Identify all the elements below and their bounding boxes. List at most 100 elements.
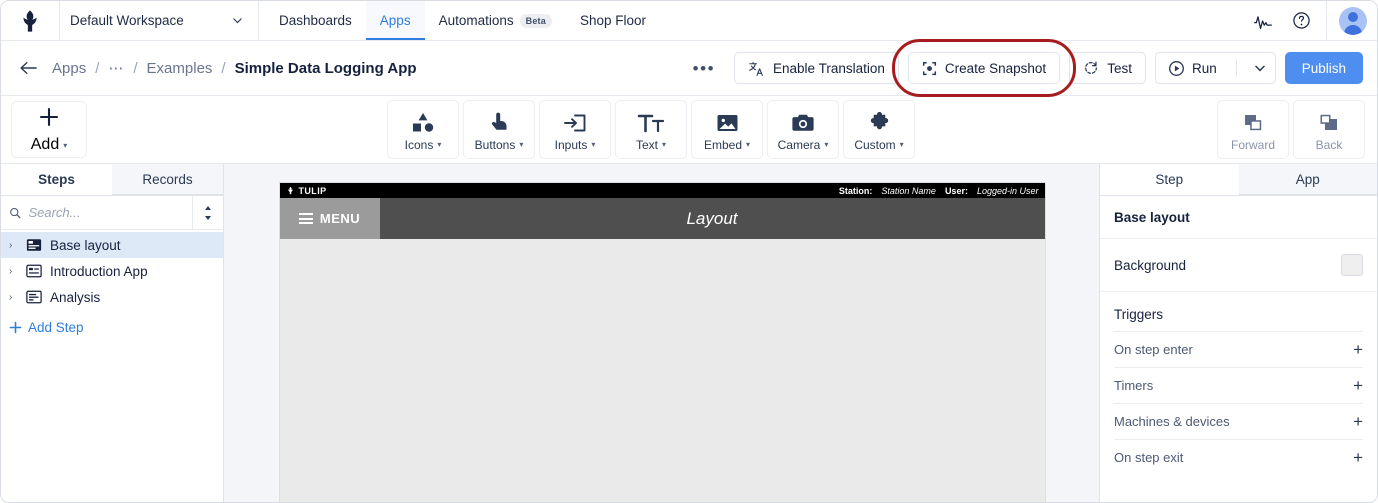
- search-input[interactable]: [28, 205, 184, 220]
- workspace-selector[interactable]: Default Workspace: [59, 1, 259, 40]
- translate-icon: [749, 61, 763, 76]
- tab-records[interactable]: Records: [112, 164, 223, 195]
- tab-steps[interactable]: Steps: [1, 164, 112, 195]
- step-item-analysis[interactable]: › Analysis: [1, 284, 223, 310]
- tool-custom[interactable]: Custom ▾: [843, 100, 915, 159]
- add-trigger-icon[interactable]: +: [1353, 341, 1363, 358]
- nav-tab-label: Dashboards: [279, 13, 352, 28]
- trigger-machines-devices[interactable]: Machines & devices +: [1114, 403, 1363, 439]
- test-label: Test: [1107, 60, 1132, 76]
- tool-text[interactable]: Text ▾: [615, 100, 687, 159]
- add-widget-label: Add: [30, 136, 60, 153]
- shapes-icon: [410, 108, 436, 134]
- add-trigger-icon[interactable]: +: [1353, 413, 1363, 430]
- snapshot-focus-icon: [922, 61, 936, 75]
- nav-tab-apps[interactable]: Apps: [365, 1, 425, 40]
- breadcrumb-item-examples[interactable]: Examples: [147, 60, 213, 77]
- steps-panel-tabs: Steps Records: [1, 164, 223, 196]
- trigger-on-step-enter[interactable]: On step enter +: [1114, 331, 1363, 367]
- camera-icon: [790, 108, 816, 134]
- back-arrow-icon[interactable]: [19, 60, 38, 76]
- add-trigger-icon[interactable]: +: [1353, 449, 1363, 466]
- chevron-down-icon: ▾: [746, 140, 751, 149]
- run-dropdown-toggle[interactable]: [1245, 53, 1275, 83]
- run-divider: [1235, 59, 1237, 77]
- background-color-swatch[interactable]: [1341, 254, 1363, 276]
- tool-label: Icons: [404, 137, 434, 152]
- tab-app[interactable]: App: [1238, 164, 1377, 195]
- avatar[interactable]: [1339, 6, 1367, 35]
- step-label: Introduction App: [50, 263, 148, 279]
- run-button-group: Run: [1154, 52, 1276, 84]
- trigger-label: Machines & devices: [1114, 414, 1230, 429]
- create-snapshot-button[interactable]: Create Snapshot: [907, 52, 1061, 84]
- tool-icons[interactable]: Icons ▾: [387, 100, 459, 159]
- nav-tab-label: Apps: [379, 13, 411, 28]
- breadcrumb-item-apps[interactable]: Apps: [52, 60, 86, 77]
- trigger-on-step-exit[interactable]: On step exit +: [1114, 439, 1363, 475]
- tool-buttons[interactable]: Buttons ▾: [463, 100, 535, 159]
- tool-inputs[interactable]: Inputs ▾: [539, 100, 611, 159]
- nav-tab-label: Automations: [438, 13, 514, 28]
- user-value: Logged-in User: [976, 185, 1039, 196]
- nav-tab-label: Shop Floor: [579, 13, 646, 28]
- chevron-down-icon: [233, 18, 242, 24]
- step-item-base-layout[interactable]: › Base layout: [1, 232, 223, 258]
- more-options-button[interactable]: •••: [683, 60, 725, 77]
- step-label: Base layout: [50, 237, 121, 253]
- chevron-down-icon: ▾: [437, 140, 442, 149]
- tab-step[interactable]: Step: [1100, 164, 1239, 195]
- device-menu-button[interactable]: MENU: [279, 198, 380, 239]
- workspace-name: Default Workspace: [70, 13, 184, 28]
- station-value: Station Name: [881, 185, 936, 196]
- publish-button[interactable]: Publish: [1284, 52, 1363, 84]
- add-trigger-icon[interactable]: +: [1353, 377, 1363, 394]
- steps-search-container: [1, 196, 193, 229]
- enable-translation-button[interactable]: Enable Translation: [734, 52, 899, 84]
- chevron-down-icon: [1254, 65, 1265, 71]
- run-button[interactable]: Run: [1156, 53, 1228, 83]
- nav-tab-shop-floor[interactable]: Shop Floor: [566, 1, 660, 40]
- widget-tools-group: Icons ▾ Buttons ▾ Inputs ▾ Text ▾ Embed …: [385, 96, 917, 163]
- chevron-down-icon: ▾: [824, 140, 829, 149]
- test-button[interactable]: Test: [1069, 52, 1146, 84]
- activity-pulse-icon[interactable]: [1244, 1, 1282, 41]
- step-item-introduction-app[interactable]: › Introduction App: [1, 258, 223, 284]
- app-canvas[interactable]: TULIP Station: Station Name User: Logged…: [224, 164, 1100, 502]
- add-step-button[interactable]: Add Step: [1, 313, 223, 341]
- background-label: Background: [1114, 257, 1187, 273]
- enable-translation-label: Enable Translation: [773, 60, 885, 76]
- step-list: › Base layout › Introduction App › Analy…: [1, 230, 223, 310]
- tool-embed[interactable]: Embed ▾: [691, 100, 763, 159]
- device-status-right: Station: Station Name User: Logged-in Us…: [839, 186, 1039, 196]
- step-icon: [26, 264, 42, 278]
- breadcrumb-item-current: Simple Data Logging App: [234, 59, 417, 77]
- bring-forward-button[interactable]: Forward: [1217, 100, 1289, 159]
- nav-tab-dashboards[interactable]: Dashboards: [265, 1, 366, 40]
- plus-icon: [37, 105, 61, 134]
- help-circle-icon[interactable]: [1282, 1, 1320, 41]
- chevron-right-icon[interactable]: ›: [9, 292, 18, 303]
- refresh-dashed-icon: [1085, 61, 1098, 74]
- nav-tab-automations[interactable]: Automations Beta: [425, 1, 566, 40]
- breadcrumb-overflow[interactable]: ⋯: [108, 59, 124, 77]
- background-row: Background: [1100, 239, 1377, 292]
- widget-toolbar: Add ▾ Icons ▾ Buttons ▾ Inputs ▾ Text ▾ …: [1, 96, 1377, 164]
- top-nav-right-actions: [1244, 1, 1377, 41]
- add-widget-button[interactable]: Add ▾: [11, 101, 87, 158]
- breadcrumb-separator: /: [133, 59, 138, 77]
- beta-badge: Beta: [519, 13, 552, 28]
- device-canvas-body[interactable]: [279, 239, 1045, 502]
- input-arrow-icon: [562, 108, 588, 134]
- send-back-button[interactable]: Back: [1293, 100, 1365, 159]
- sort-updown-icon[interactable]: [193, 203, 223, 223]
- device-preview: TULIP Station: Station Name User: Logged…: [279, 183, 1045, 502]
- search-icon: [10, 207, 21, 218]
- chevron-right-icon[interactable]: ›: [9, 266, 18, 277]
- trigger-timers[interactable]: Timers +: [1114, 367, 1363, 403]
- tulip-logo-icon[interactable]: [1, 1, 59, 40]
- breadcrumb-separator: /: [221, 59, 226, 77]
- chevron-right-icon[interactable]: ›: [9, 240, 18, 251]
- tool-camera[interactable]: Camera ▾: [767, 100, 839, 159]
- triggers-title: Triggers: [1114, 307, 1164, 322]
